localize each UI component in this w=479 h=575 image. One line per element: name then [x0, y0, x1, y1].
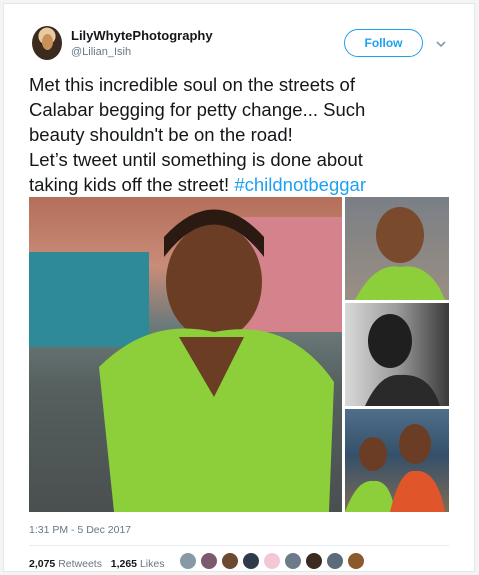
photo-car	[29, 252, 149, 347]
liker-avatar[interactable]	[200, 552, 218, 570]
tweet-line-3: beauty shouldn't be on the road!	[29, 124, 293, 145]
display-name[interactable]: LilyWhytePhotography	[71, 28, 213, 43]
thumb-3-dress-left	[345, 480, 395, 512]
thumb-3-drawing	[345, 424, 445, 512]
retweets-label[interactable]: Retweets	[58, 558, 102, 570]
tweet-card: LilyWhytePhotography @Lilian_Isih Follow…	[3, 3, 475, 572]
tweet-stats: 2,075 Retweets 1,265 Likes	[29, 558, 164, 570]
hashtag-link[interactable]: #childnotbeggar	[234, 174, 366, 195]
liker-avatar[interactable]	[221, 552, 239, 570]
main-photo-drawing	[29, 209, 342, 512]
likes-label[interactable]: Likes	[140, 558, 165, 570]
likes-count[interactable]: 1,265	[111, 558, 137, 570]
tweet-text: Met this incredible soul on the streets …	[29, 72, 459, 197]
liker-avatar[interactable]	[347, 552, 365, 570]
tweet-timestamp[interactable]: 1:31 PM - 5 Dec 2017	[29, 524, 131, 536]
liker-avatars	[179, 552, 368, 572]
thumb-2-body	[365, 374, 440, 406]
divider	[29, 545, 449, 546]
tweet-line-2: Calabar begging for petty change... Such	[29, 99, 366, 120]
retweets-count[interactable]: 2,075	[29, 558, 55, 570]
liker-avatar[interactable]	[326, 552, 344, 570]
liker-avatar[interactable]	[305, 552, 323, 570]
media-photo-thumb-2[interactable]	[345, 303, 449, 406]
liker-avatar[interactable]	[263, 552, 281, 570]
media-photo-thumb-1[interactable]	[345, 197, 449, 300]
user-handle[interactable]: @Lilian_Isih	[71, 46, 131, 58]
thumb-3-dress-right	[390, 470, 445, 512]
tweet-line-1: Met this incredible soul on the streets …	[29, 74, 355, 95]
avatar[interactable]	[32, 26, 62, 60]
media-photo-thumb-3[interactable]	[345, 409, 449, 512]
avatar-face	[42, 34, 53, 50]
thumb-3-face-left	[359, 437, 387, 471]
liker-avatar[interactable]	[242, 552, 260, 570]
thumb-1-dress	[355, 266, 445, 300]
thumb-2-drawing	[365, 314, 440, 406]
photo-face	[166, 224, 262, 340]
thumb-1-drawing	[355, 207, 445, 300]
media-photo-main[interactable]	[29, 197, 342, 512]
liker-avatar[interactable]	[284, 552, 302, 570]
liker-avatar[interactable]	[179, 552, 197, 570]
chevron-down-icon[interactable]	[436, 36, 446, 48]
tweet-line-5: taking kids off the street!	[29, 174, 235, 195]
chevron-down-icon-svg	[436, 41, 446, 48]
media-grid	[29, 197, 449, 512]
thumb-3-face-right	[399, 424, 431, 464]
thumb-2-face	[368, 314, 412, 368]
tweet-line-4: Let’s tweet until something is done abou…	[29, 149, 363, 170]
thumb-1-face	[376, 207, 424, 263]
follow-button[interactable]: Follow	[344, 29, 423, 57]
